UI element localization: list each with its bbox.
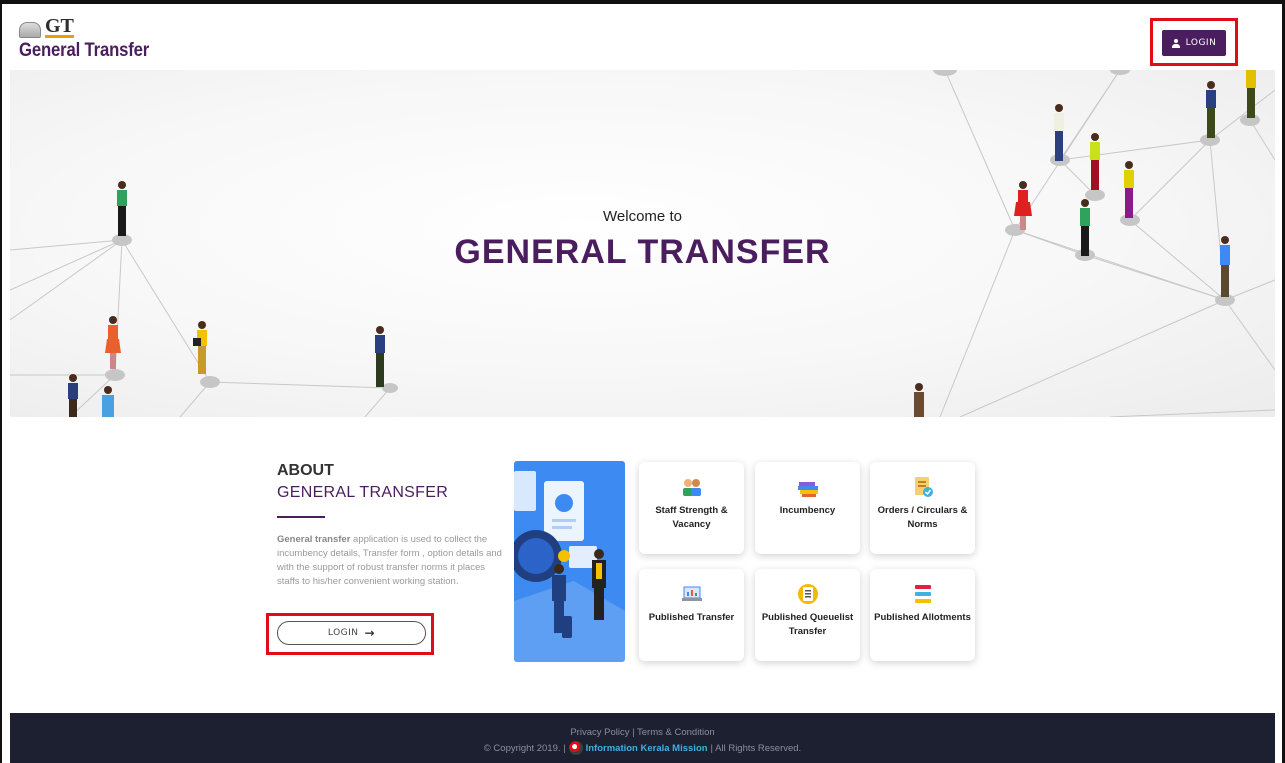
about-subheading: GENERAL TRANSFER [277, 484, 449, 501]
card-published-allotments[interactable]: Published Allotments [870, 569, 975, 661]
header-login-button[interactable]: LOGIN [1162, 30, 1226, 56]
about-login-label: LOGIN [327, 628, 359, 638]
about-login-button[interactable]: LOGIN → [277, 621, 426, 645]
books-icon [797, 476, 819, 498]
page: GT General Transfer LOGIN Welcome to GEN… [0, 0, 1285, 763]
hero-title: GENERAL TRANSFER [454, 233, 831, 271]
arrow-right-icon: → [364, 626, 376, 640]
about-divider [277, 516, 325, 518]
card-label: Published Allotments [874, 612, 971, 623]
footer: Privacy Policy | Terms & Condition © Cop… [10, 713, 1275, 763]
list-icon [912, 583, 934, 605]
copyright-text: © Copyright 2019. | [483, 742, 566, 754]
logo-text: General Transfer [19, 40, 150, 61]
card-label: Published Transfer [648, 612, 735, 623]
state-emblem-icon [19, 22, 41, 38]
laptop-chart-icon [681, 583, 703, 605]
card-published-queuelist[interactable]: Published Queuelist Transfer [755, 569, 860, 661]
handshake-illustration [514, 461, 625, 662]
staff-icon [681, 476, 703, 498]
ikm-logo-icon [568, 741, 583, 755]
about-desc-bold: General transfer [277, 534, 351, 545]
about-heading: ABOUT [277, 462, 334, 479]
clipboard-icon [797, 583, 819, 605]
ikm-link[interactable]: Information Kerala Mission [586, 743, 708, 754]
document-check-icon [912, 476, 934, 498]
welcome-text: Welcome to [603, 208, 682, 225]
user-icon [1171, 38, 1180, 48]
card-published-transfer[interactable]: Published Transfer [639, 569, 744, 661]
card-orders-circulars[interactable]: Orders / Circulars & Norms [870, 462, 975, 554]
header-login-label: LOGIN [1185, 38, 1217, 48]
rights-text: | All Rights Reserved. [710, 742, 802, 754]
gt-logo-mark: GT [45, 15, 74, 38]
about-description: General transfer application is used to … [277, 533, 505, 589]
card-incumbency[interactable]: Incumbency [755, 462, 860, 554]
site-logo[interactable]: GT General Transfer [19, 15, 167, 62]
hero-banner: Welcome to GENERAL TRANSFER [10, 70, 1275, 417]
top-header: GT General Transfer LOGIN [2, 4, 1282, 70]
card-label: Staff Strength & Vacancy [655, 505, 728, 530]
card-label: Orders / Circulars & Norms [877, 505, 968, 530]
footer-copyright-line: © Copyright 2019. | Information Kerala M… [10, 741, 1275, 755]
logo-mark: GT [19, 15, 167, 38]
card-staff-strength[interactable]: Staff Strength & Vacancy [639, 462, 744, 554]
footer-links[interactable]: Privacy Policy | Terms & Condition [10, 727, 1275, 738]
about-section: ABOUT GENERAL TRANSFER General transfer … [277, 462, 507, 589]
card-label: Published Queuelist Transfer [761, 612, 854, 637]
card-label: Incumbency [779, 505, 836, 516]
